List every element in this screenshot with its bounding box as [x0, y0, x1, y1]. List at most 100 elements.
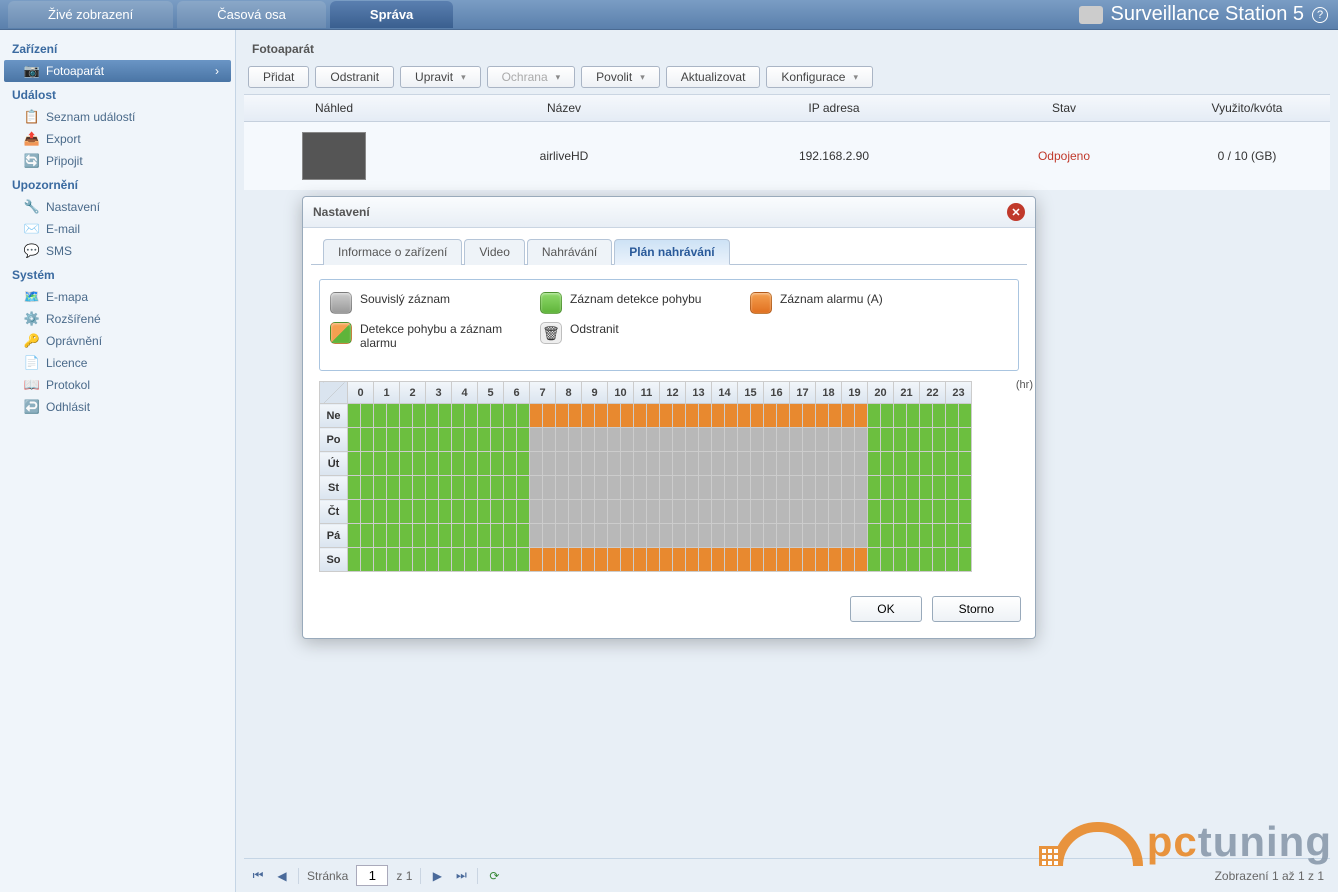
schedule-cell[interactable]: [478, 452, 491, 476]
schedule-cell[interactable]: [959, 404, 972, 428]
schedule-cell[interactable]: [582, 404, 595, 428]
schedule-cell[interactable]: [348, 404, 361, 428]
schedule-cell[interactable]: [465, 404, 478, 428]
schedule-cell[interactable]: [608, 404, 621, 428]
schedule-cell[interactable]: [816, 500, 829, 524]
legend-alarm[interactable]: Záznam alarmu (A): [750, 292, 970, 314]
schedule-cell[interactable]: [439, 524, 452, 548]
schedule-cell[interactable]: [803, 428, 816, 452]
sidebar-item-privileges[interactable]: 🔑Oprávnění: [0, 330, 235, 352]
sidebar-item-event-list[interactable]: 📋Seznam událostí: [0, 106, 235, 128]
schedule-cell[interactable]: [829, 500, 842, 524]
schedule-cell[interactable]: [920, 548, 933, 572]
schedule-cell[interactable]: [764, 476, 777, 500]
schedule-cell[interactable]: [959, 452, 972, 476]
schedule-cell[interactable]: [764, 404, 777, 428]
schedule-cell[interactable]: [673, 476, 686, 500]
schedule-cell[interactable]: [920, 500, 933, 524]
schedule-cell[interactable]: [764, 428, 777, 452]
schedule-cell[interactable]: [413, 500, 426, 524]
schedule-cell[interactable]: [595, 500, 608, 524]
schedule-cell[interactable]: [543, 548, 556, 572]
schedule-cell[interactable]: [439, 476, 452, 500]
schedule-cell[interactable]: [361, 476, 374, 500]
schedule-cell[interactable]: [920, 452, 933, 476]
schedule-cell[interactable]: [803, 500, 816, 524]
schedule-cell[interactable]: [699, 452, 712, 476]
schedule-cell[interactable]: [907, 452, 920, 476]
schedule-cell[interactable]: [374, 452, 387, 476]
schedule-cell[interactable]: [517, 476, 530, 500]
schedule-cell[interactable]: [907, 476, 920, 500]
schedule-cell[interactable]: [413, 476, 426, 500]
config-button[interactable]: Konfigurace: [766, 66, 873, 88]
schedule-cell[interactable]: [751, 428, 764, 452]
schedule-cell[interactable]: [712, 524, 725, 548]
schedule-cell[interactable]: [543, 452, 556, 476]
schedule-cell[interactable]: [413, 524, 426, 548]
schedule-cell[interactable]: [894, 500, 907, 524]
schedule-cell[interactable]: [361, 404, 374, 428]
schedule-cell[interactable]: [686, 524, 699, 548]
schedule-cell[interactable]: [868, 500, 881, 524]
schedule-cell[interactable]: [374, 428, 387, 452]
schedule-cell[interactable]: [348, 548, 361, 572]
schedule-cell[interactable]: [829, 548, 842, 572]
help-icon[interactable]: ?: [1312, 7, 1328, 23]
schedule-cell[interactable]: [933, 500, 946, 524]
schedule-cell[interactable]: [491, 404, 504, 428]
schedule-cell[interactable]: [634, 428, 647, 452]
schedule-cell[interactable]: [764, 548, 777, 572]
schedule-cell[interactable]: [569, 404, 582, 428]
schedule-cell[interactable]: [894, 452, 907, 476]
schedule-cell[interactable]: [452, 524, 465, 548]
schedule-cell[interactable]: [803, 476, 816, 500]
schedule-cell[interactable]: [946, 524, 959, 548]
col-ip-header[interactable]: IP adresa: [704, 95, 964, 121]
schedule-cell[interactable]: [504, 428, 517, 452]
schedule-cell[interactable]: [413, 428, 426, 452]
schedule-cell[interactable]: [478, 500, 491, 524]
schedule-cell[interactable]: [868, 428, 881, 452]
schedule-cell[interactable]: [933, 476, 946, 500]
schedule-cell[interactable]: [595, 548, 608, 572]
schedule-cell[interactable]: [907, 500, 920, 524]
schedule-cell[interactable]: [777, 548, 790, 572]
schedule-cell[interactable]: [400, 476, 413, 500]
schedule-cell[interactable]: [504, 524, 517, 548]
schedule-cell[interactable]: [569, 548, 582, 572]
refresh-button[interactable]: Aktualizovat: [666, 66, 761, 88]
schedule-cell[interactable]: [829, 428, 842, 452]
schedule-cell[interactable]: [829, 524, 842, 548]
schedule-cell[interactable]: [933, 428, 946, 452]
schedule-cell[interactable]: [686, 476, 699, 500]
tab-management[interactable]: Správa: [330, 1, 453, 28]
sidebar-item-sms[interactable]: 💬SMS: [0, 240, 235, 262]
schedule-cell[interactable]: [894, 548, 907, 572]
schedule-cell[interactable]: [790, 452, 803, 476]
schedule-cell[interactable]: [452, 428, 465, 452]
schedule-cell[interactable]: [647, 404, 660, 428]
schedule-cell[interactable]: [504, 500, 517, 524]
add-button[interactable]: Přidat: [248, 66, 309, 88]
schedule-cell[interactable]: [530, 524, 543, 548]
col-state-header[interactable]: Stav: [964, 95, 1164, 121]
schedule-cell[interactable]: [881, 548, 894, 572]
schedule-cell[interactable]: [530, 452, 543, 476]
schedule-cell[interactable]: [569, 500, 582, 524]
schedule-cell[interactable]: [725, 548, 738, 572]
schedule-cell[interactable]: [426, 476, 439, 500]
schedule-cell[interactable]: [907, 524, 920, 548]
schedule-cell[interactable]: [816, 452, 829, 476]
schedule-cell[interactable]: [361, 428, 374, 452]
schedule-cell[interactable]: [959, 428, 972, 452]
schedule-cell[interactable]: [465, 452, 478, 476]
schedule-cell[interactable]: [621, 428, 634, 452]
schedule-cell[interactable]: [855, 476, 868, 500]
schedule-cell[interactable]: [348, 428, 361, 452]
schedule-cell[interactable]: [530, 428, 543, 452]
schedule-cell[interactable]: [660, 404, 673, 428]
sidebar-item-advanced[interactable]: ⚙️Rozšířené: [0, 308, 235, 330]
schedule-cell[interactable]: [725, 452, 738, 476]
cancel-button[interactable]: Storno: [932, 596, 1021, 622]
